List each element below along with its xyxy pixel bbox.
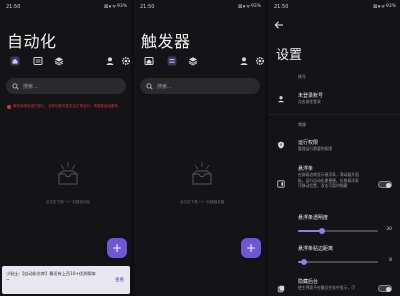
automation-screen: 21:50 ⊠ ▾ ᯤ 93% 自动化 搜索... 服务未绑定或已停止，当前功能… xyxy=(0,0,131,296)
snackbar-message: 小贴士:【自动化仓库】最近有上百10+优质脚本~ xyxy=(6,271,96,282)
status-time: 21:50 xyxy=(140,3,155,10)
margin-title: 悬浮条贴边距离 xyxy=(298,246,334,252)
toggle-knob xyxy=(385,286,391,292)
battery-level: 93% xyxy=(385,4,396,9)
search-icon xyxy=(146,82,153,90)
status-bar: 21:50 ⊠ ▾ ᯤ 93% xyxy=(140,2,261,11)
layers-icon[interactable] xyxy=(54,56,64,66)
add-trigger-button[interactable]: + xyxy=(241,238,261,258)
hide-background-toggle[interactable] xyxy=(378,285,392,292)
hide-background-subtitle: 使主界面不在最近任务中显示，可 xyxy=(298,285,355,290)
permission-subtitle: 管理运行需要的权限 xyxy=(298,146,333,151)
empty-state-text: 点击右下角 "+" 创建自动化 xyxy=(45,200,91,204)
search-bar[interactable]: 搜索... xyxy=(140,78,260,94)
account-subtitle: 点击前往登录 xyxy=(298,99,321,104)
battery-level: 93% xyxy=(250,4,261,9)
gear-icon[interactable] xyxy=(255,56,265,66)
status-time: 21:50 xyxy=(6,3,21,10)
empty-state-text: 点击右下角 "+" 创建触发器 xyxy=(179,200,225,204)
float-bar-icon xyxy=(277,180,285,188)
section-general: 常规 xyxy=(298,122,306,127)
top-tab-bar xyxy=(142,56,265,68)
home-icon[interactable] xyxy=(144,56,154,66)
user-icon xyxy=(278,96,284,103)
warning-text: 服务未绑定或已停止，当前功能可能无法正常运行，请重新启动服务。 xyxy=(13,104,122,108)
signal-icons: ⊠ ▾ ᯤ xyxy=(373,3,385,10)
hide-background-icon xyxy=(277,285,285,293)
section-account: 账号 xyxy=(298,74,306,79)
list-icon[interactable] xyxy=(167,56,177,66)
page-title: 触发器 xyxy=(141,32,191,51)
shield-icon xyxy=(278,141,284,149)
transparency-value: 30 xyxy=(386,227,392,232)
hide-background-title[interactable]: 隐藏后台 xyxy=(298,278,318,285)
permission-title[interactable]: 运行权限 xyxy=(298,139,318,146)
slider-thumb[interactable] xyxy=(301,259,308,265)
page-title: 自动化 xyxy=(7,32,57,51)
divider xyxy=(268,114,400,115)
user-icon[interactable] xyxy=(105,56,115,66)
float-bar-title[interactable]: 悬浮条 xyxy=(298,165,313,172)
gear-icon[interactable] xyxy=(121,56,131,66)
status-bar: 21:50 ⊠ ▾ ᯤ 93% xyxy=(274,2,396,11)
back-arrow-icon[interactable] xyxy=(274,20,284,30)
trigger-screen: 21:50 ⊠ ▾ ᯤ 93% 触发器 搜索... 点击右下角 "+" 创建触发… xyxy=(134,0,265,296)
signal-icons: ⊠ ▾ ᯤ xyxy=(238,3,250,10)
signal-icons: ⊠ ▾ ᯤ xyxy=(104,3,116,10)
page-title: 设置 xyxy=(276,48,303,63)
plus-icon: + xyxy=(245,241,257,255)
user-icon[interactable] xyxy=(239,56,249,66)
float-bar-toggle[interactable] xyxy=(378,181,392,188)
transparency-title: 悬浮条透明度 xyxy=(298,215,329,221)
account-title[interactable]: 未登录账号 xyxy=(298,92,323,99)
slider-thumb[interactable] xyxy=(319,228,325,234)
margin-slider[interactable] xyxy=(298,259,378,265)
empty-box-icon xyxy=(58,162,78,185)
top-tab-bar xyxy=(8,56,131,68)
float-bar-subtitle: 在屏幕边缘显示悬浮条，滑动展开面板，运行自动化更便捷。长按悬浮条可移动位置，双击… xyxy=(298,172,359,189)
list-icon[interactable] xyxy=(33,56,43,66)
tip-snackbar: 小贴士:【自动化仓库】最近有上百10+优质脚本~ 查看 xyxy=(2,266,130,294)
service-warning[interactable]: 服务未绑定或已停止，当前功能可能无法正常运行，请重新启动服务。 xyxy=(7,104,122,109)
battery-level: 93% xyxy=(116,4,127,9)
search-bar[interactable]: 搜索... xyxy=(6,78,126,94)
add-automation-button[interactable]: + xyxy=(107,238,127,258)
status-bar: 21:50 ⊠ ▾ ᯤ 93% xyxy=(6,2,127,11)
search-placeholder: 搜索... xyxy=(157,83,172,90)
home-icon[interactable] xyxy=(10,56,20,66)
toggle-knob xyxy=(385,182,391,188)
search-icon xyxy=(12,82,19,90)
empty-box-icon xyxy=(192,162,212,185)
transparency-slider[interactable] xyxy=(298,228,378,234)
search-placeholder: 搜索... xyxy=(23,83,38,90)
snackbar-view-button[interactable]: 查看 xyxy=(115,278,124,284)
margin-value: 8 xyxy=(389,258,392,263)
settings-screen: 21:50 ⊠ ▾ ᯤ 93% 设置 账号 未登录账号 点击前往登录 常规 运行… xyxy=(268,0,400,296)
status-time: 21:50 xyxy=(274,3,289,10)
plus-icon: + xyxy=(111,241,123,255)
layers-icon[interactable] xyxy=(188,56,198,66)
warning-icon xyxy=(7,105,11,109)
